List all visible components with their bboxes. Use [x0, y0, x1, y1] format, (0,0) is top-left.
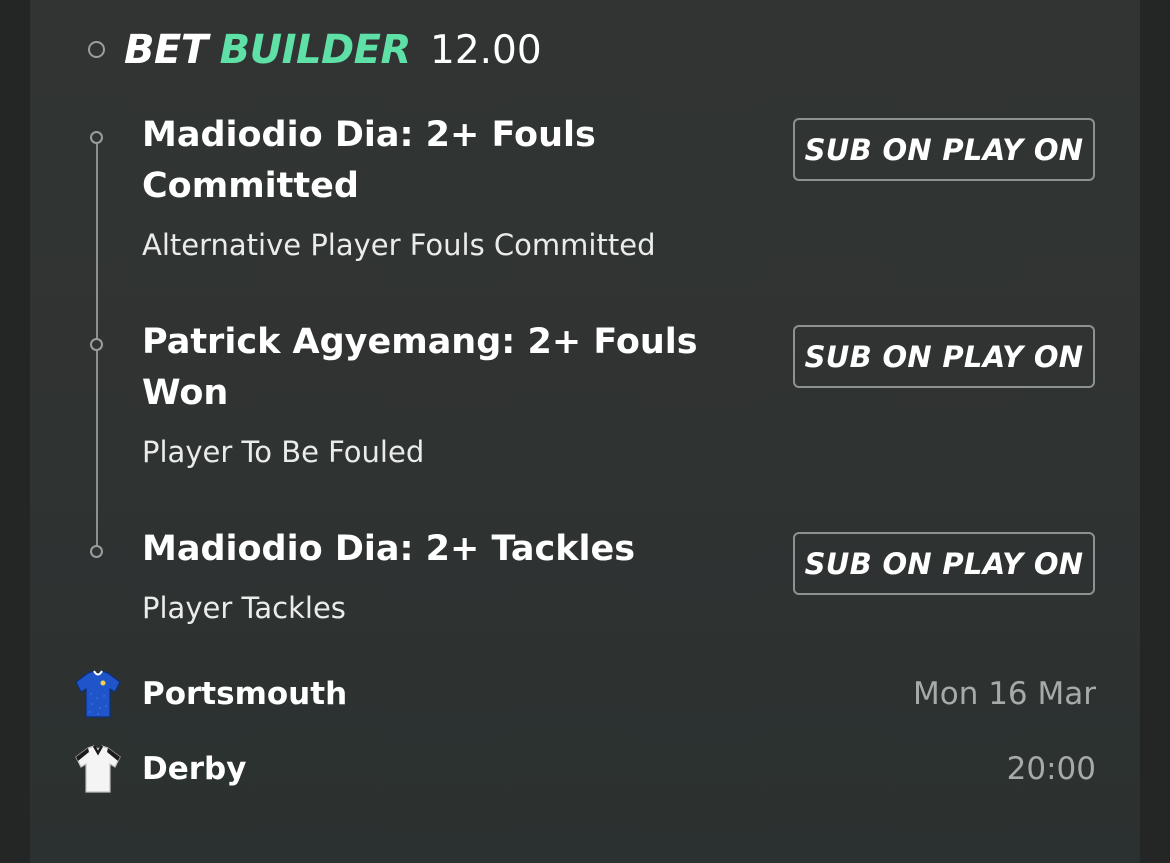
leg-2-dot-icon [90, 338, 103, 351]
leg-1-selection-line2: Committed [142, 166, 359, 206]
home-team-name: Portsmouth [142, 676, 348, 712]
leg-1-market: Alternative Player Fouls Committed [142, 228, 656, 262]
leg-1-selection-line1: Madiodio Dia: 2+ Fouls [142, 115, 596, 155]
bet-builder-odds: 12.00 [430, 27, 542, 73]
bet-builder-title: BET BUILDER [124, 22, 411, 78]
leg-3-dot-icon [90, 545, 103, 558]
leg-1-selection: Madiodio Dia: 2+ Fouls Committed [142, 110, 742, 212]
away-team-name: Derby [142, 751, 247, 787]
leg-3-market: Player Tackles [142, 591, 346, 625]
white-shirt-icon [75, 745, 121, 793]
bet-builder-title-part1: BET [124, 27, 208, 73]
leg-2-market: Player To Be Fouled [142, 435, 425, 469]
leg-3-selection-line1: Madiodio Dia: 2+ Tackles [142, 529, 636, 569]
leg-3-selection: Madiodio Dia: 2+ Tackles [142, 524, 742, 575]
leg-2-selection: Patrick Agyemang: 2+ Fouls Won [142, 317, 742, 419]
match-time: 20:00 [1006, 751, 1096, 787]
leg-1-sub-on-play-on-button[interactable]: SUB ON PLAY ON [793, 118, 1095, 181]
leg-2-selection-line2: Won [142, 373, 229, 413]
away-team-row: Derby 20:00 [72, 741, 1096, 797]
home-team-row: Portsmouth Mon 16 Mar [72, 666, 1096, 722]
blue-shirt-icon [75, 670, 121, 718]
leg-3-sub-on-play-on-button[interactable]: SUB ON PLAY ON [793, 532, 1095, 595]
leg-2-sub-on-play-on-button[interactable]: SUB ON PLAY ON [793, 325, 1095, 388]
leg-2-selection-line1: Patrick Agyemang: 2+ Fouls [142, 322, 698, 362]
leg-1-dot-icon [90, 131, 103, 144]
bet-builder-title-part2: BUILDER [219, 27, 412, 73]
match-date: Mon 16 Mar [912, 676, 1096, 712]
header-timeline-dot-icon [88, 41, 105, 58]
